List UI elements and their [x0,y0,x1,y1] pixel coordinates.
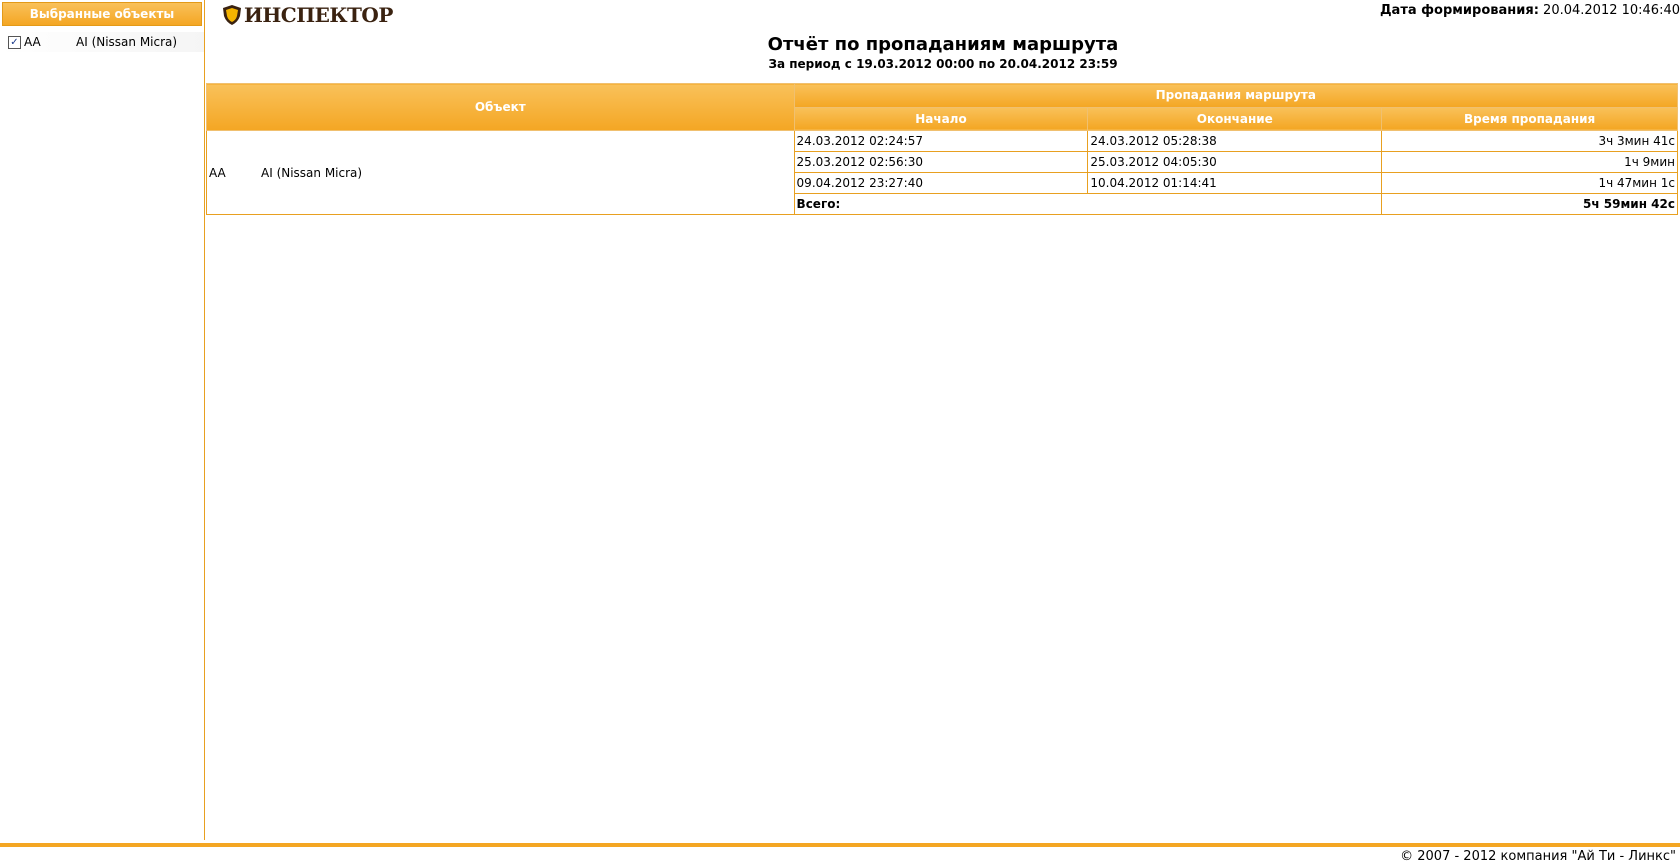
column-header-end: Окончание [1087,106,1383,131]
sidebar: Выбранные объекты ✓ AA AI (Nissan Micra) [0,0,205,840]
report-table: Объект Пропадания маршрута Начало Оконча… [206,83,1679,215]
report-title: Отчёт по пропаданиям маршрута [767,34,1119,55]
start-cell: 25.03.2012 02:56:30 [793,151,1089,173]
main-content: ИНСПЕКТОР Дата формирования: 20.04.2012 … [206,0,1680,840]
object-code: AA [209,165,226,180]
object-checkbox[interactable]: ✓ [8,35,21,49]
object-cell: AA AI (Nissan Micra) [206,130,795,215]
shield-icon [223,5,241,25]
table-row: AA AI (Nissan Micra) 24.03.2012 02:24:57 … [206,130,1678,215]
end-cell: 25.03.2012 04:05:30 [1087,151,1383,173]
footer-divider [0,843,1680,847]
logo-text: ИНСПЕКТОР [244,3,393,27]
end-cell: 24.03.2012 05:28:38 [1087,130,1383,152]
generation-date: Дата формирования: 20.04.2012 10:46:40 [1380,3,1680,18]
column-header-duration: Время пропадания [1381,106,1678,131]
column-header-start: Начало [793,106,1089,131]
generation-date-value: 20.04.2012 10:46:40 [1543,3,1680,18]
object-code: AA [24,35,41,49]
total-value: 5ч 59мин 42с [1381,193,1678,215]
generation-date-label: Дата формирования: [1379,3,1539,18]
logo: ИНСПЕКТОР [222,3,393,27]
object-name: AI (Nissan Micra) [261,165,363,180]
column-header-group: Пропадания маршрута [793,83,1679,108]
sidebar-title: Выбранные объекты [2,2,202,26]
duration-cell: 1ч 9мин [1381,151,1678,173]
start-cell: 24.03.2012 02:24:57 [793,130,1089,152]
sidebar-item-object[interactable]: ✓ AA AI (Nissan Micra) [0,32,204,52]
object-name: AI (Nissan Micra) [76,35,178,49]
report-period: За период с 19.03.2012 00:00 по 20.04.20… [768,57,1118,71]
duration-cell: 3ч 3мин 41с [1381,130,1678,152]
end-cell: 10.04.2012 01:14:41 [1087,172,1383,194]
column-header-object: Объект [206,83,795,131]
start-cell: 09.04.2012 23:27:40 [793,172,1089,194]
total-label: Всего: [793,193,1383,215]
duration-cell: 1ч 47мин 1с [1381,172,1678,194]
footer-copyright: © 2007 - 2012 компания "Ай Ти - Линкс" [1400,849,1676,864]
